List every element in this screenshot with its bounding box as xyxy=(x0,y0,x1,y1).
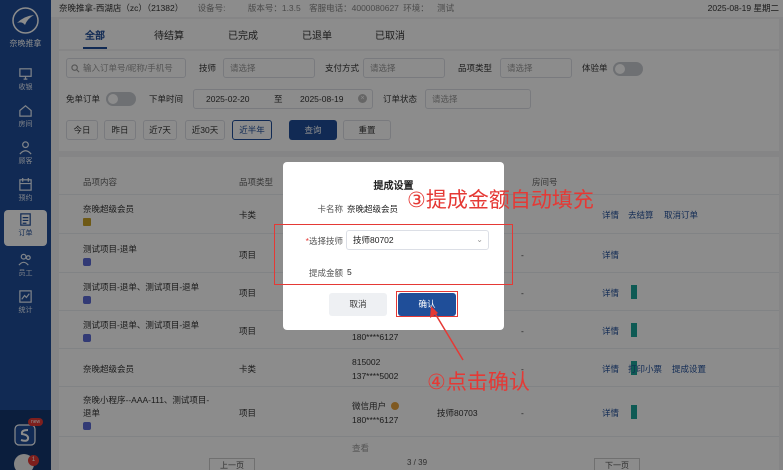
annotation-highlight-box xyxy=(274,224,513,285)
annotation-step-4: ④点击确认 xyxy=(427,371,530,394)
card-name-label: 卡名称 xyxy=(317,204,343,214)
annotation-confirm-box xyxy=(396,291,458,317)
cancel-button[interactable]: 取消 xyxy=(329,293,387,316)
annotation-step-3: ③提成金额自动填充 xyxy=(407,189,594,212)
card-name-value: 奈晚超级会员 xyxy=(347,204,399,214)
